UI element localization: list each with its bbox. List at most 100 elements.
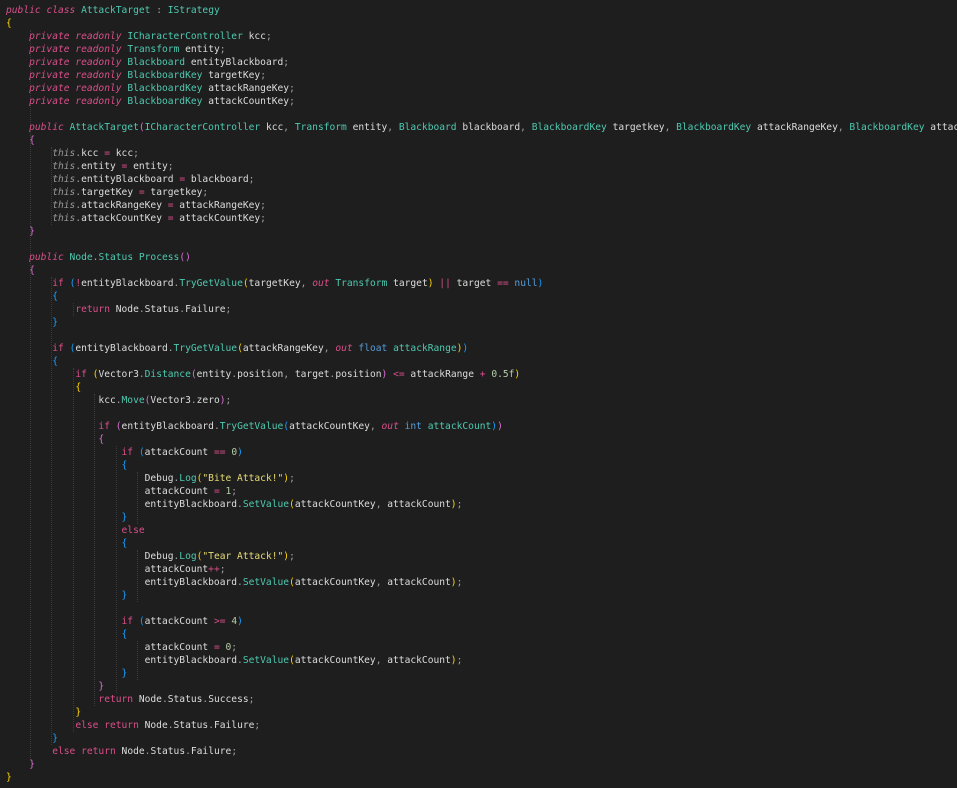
code-token: ; [248,174,255,185]
code-line: if (attackCount == 0) [6,446,243,459]
code-line: this.entityBlackboard = blackboard; [6,173,254,186]
code-token: attackCount [144,616,214,627]
code-token: } [29,226,35,237]
code-line: } [6,511,128,524]
code-line: if (entityBlackboard.TryGetValue(attackR… [6,342,468,355]
code-line: this.attackCountKey = attackCountKey; [6,212,266,225]
code-token: ) [462,343,469,354]
code-token: ++ [208,564,220,575]
code-token: else [121,525,145,536]
code-token: <= [393,369,405,380]
code-token: attackCount [381,499,451,510]
code-line: } [6,771,12,784]
code-token: readonly [75,96,122,107]
code-token: return [81,746,116,757]
code-token: this [52,200,76,211]
code-token: private [29,57,70,68]
code-line: attackCount++; [6,563,226,576]
code-line: private readonly ICharacterController kc… [6,30,272,43]
code-line: } [6,667,128,680]
code-line: else return Node.Status.Failure; [6,745,237,758]
code-token: blackboard [185,174,249,185]
code-token: ; [260,70,266,81]
code-token: attackCountKey [173,213,261,224]
code-token: attackCount [381,655,451,666]
code-token: } [6,772,12,783]
code-token: targetKey [248,278,301,289]
code-token: out [312,278,330,289]
code-token: if [52,278,64,289]
code-token: readonly [75,70,122,81]
code-token: attackRangeKey [751,122,838,133]
code-token: Blackboard [127,57,186,68]
code-token: public [29,122,64,133]
code-token: BlackboardKey [127,96,203,107]
code-token: Transform [294,122,347,133]
code-token: TryGetValue [219,421,284,432]
code-token: this [52,174,76,185]
code-token: SetValue [242,577,290,588]
code-token: null [514,278,538,289]
code-line: } [6,706,81,719]
code-token: Transform [335,278,388,289]
code-token: ; [167,161,174,172]
code-token: target [289,369,330,380]
code-token: Blackboard [398,122,457,133]
code-token: Node [133,694,162,705]
code-token: ; [456,577,463,588]
code-token: Node [69,252,93,263]
code-token: targetKey [202,70,261,81]
code-editor[interactable]: public class AttackTarget : IStrategy{ p… [0,0,957,788]
code-token: attackRangeKey [81,200,168,211]
code-token: { [121,629,128,640]
code-line: } [6,589,128,602]
code-token: class [46,5,76,16]
code-token: { [52,291,58,302]
code-token: Distance [144,369,191,380]
code-token: private [29,31,70,42]
code-token: attackRange [393,343,457,354]
code-token: targetkey [606,122,665,133]
code-token: kcc [81,148,105,159]
code-token: { [29,135,35,146]
code-token: IStrategy [167,5,220,16]
code-token: else [52,746,76,757]
code-token: return [98,694,134,705]
code-token: attackCount [144,486,214,497]
code-token: attackCountKey [289,421,370,432]
code-token: Failure [213,720,255,731]
code-token: ; [133,148,139,159]
code-token: ; [248,694,255,705]
code-token: ; [254,720,261,731]
code-line: { [6,381,81,394]
code-token: ; [225,304,232,315]
code-token: out [381,421,399,432]
code-token: Status [167,694,203,705]
code-token: target [450,278,498,289]
code-token: ; [289,551,295,562]
code-token: ; [260,200,266,211]
code-token: Status [98,252,134,263]
code-token: this [52,161,76,172]
code-token: == [213,447,226,458]
code-line: return Node.Status.Success; [6,693,254,706]
code-line: } [6,732,58,745]
code-token: zero [196,395,220,406]
code-token: entityBlackboard [121,421,214,432]
code-token: return [75,304,110,315]
code-line: } [6,680,104,693]
code-token: if [121,616,134,627]
code-token: entity [127,161,168,172]
